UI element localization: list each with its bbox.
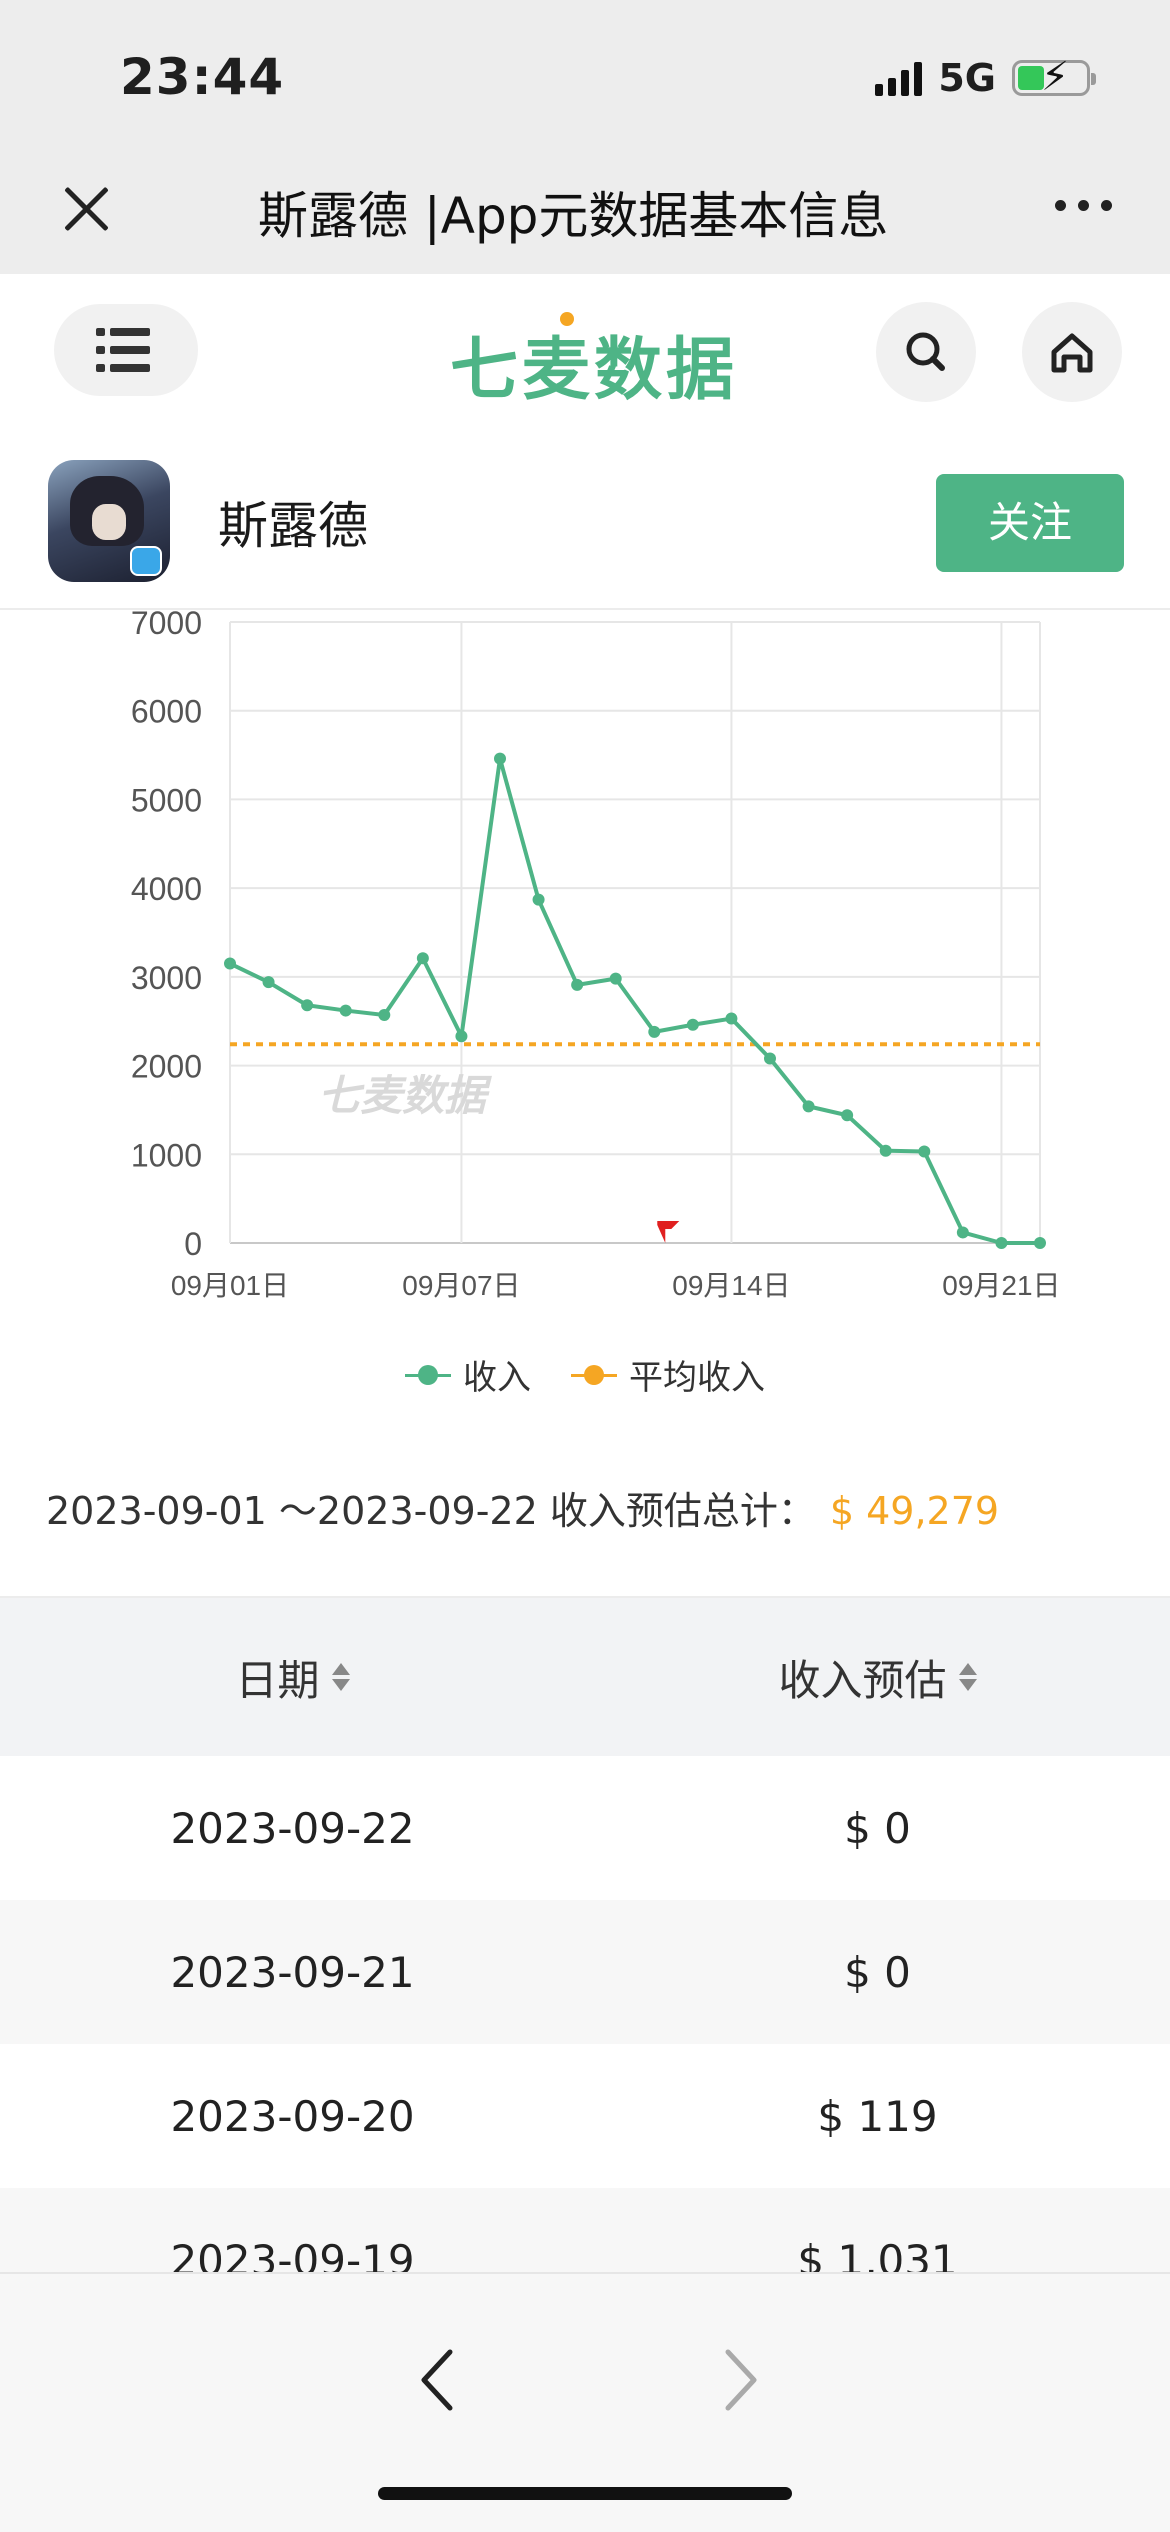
revenue-line <box>229 756 1040 1245</box>
revenue-point <box>571 978 584 991</box>
y-tick-label: 6000 <box>131 694 202 730</box>
revenue-point <box>416 952 429 965</box>
revenue-point <box>956 1226 969 1239</box>
chart-watermark: 七麦数据 <box>318 1071 492 1120</box>
revenue-point <box>764 1052 776 1065</box>
y-tick-label: 3000 <box>131 960 202 996</box>
follow-button[interactable]: 关注 <box>936 474 1124 572</box>
chart-legend: 收入 平均收入 <box>0 1350 1170 1399</box>
revenue-summary: 2023-09-01 ～2023-09-22 收入预估总计： $ 49,279 <box>46 1480 999 1535</box>
y-tick-label: 4000 <box>131 871 202 907</box>
cell-revenue: $ 0 <box>844 1803 911 1853</box>
close-icon[interactable] <box>56 178 116 238</box>
y-tick-label: 0 <box>184 1226 202 1262</box>
legend-item-average[interactable]: 平均收入 <box>571 1350 765 1399</box>
revenue-point <box>802 1100 815 1113</box>
table-body: 2023-09-22 $ 0 2023-09-21 $ 0 2023-09-20… <box>0 1756 1170 2332</box>
app-row: 斯露德 关注 <box>0 434 1170 610</box>
revenue-point <box>262 976 275 989</box>
table-row: 2023-09-20 $ 119 <box>0 2044 1170 2188</box>
flag-icon <box>657 1221 680 1243</box>
revenue-point <box>648 1025 661 1038</box>
revenue-point <box>725 1012 738 1025</box>
app-name: 斯露德 <box>218 497 368 555</box>
sort-icon[interactable] <box>331 1663 350 1691</box>
legend-label-revenue: 收入 <box>463 1358 531 1398</box>
summary-total: $ 49,279 <box>829 1489 1000 1533</box>
y-tick-label: 7000 <box>131 610 202 641</box>
y-tick-label: 5000 <box>131 782 202 818</box>
sort-icon[interactable] <box>958 1663 977 1691</box>
list-icon <box>96 328 105 336</box>
table-row: 2023-09-21 $ 0 <box>0 1900 1170 2044</box>
x-tick-label: 09月01日 <box>171 1270 289 1301</box>
revenue-point <box>378 1009 391 1022</box>
bilibili-badge-icon <box>130 546 162 576</box>
revenue-chart: 0 1000 2000 3000 4000 5000 6000 7000 09月01日 09月07… <box>0 610 1170 1430</box>
legend-label-average: 平均收入 <box>629 1358 765 1398</box>
column-header-revenue-label: 收入预估 <box>778 1655 947 1705</box>
search-icon <box>906 332 945 371</box>
status-time: 23:44 <box>120 48 285 106</box>
revenue-point <box>609 972 622 985</box>
table-row: 2023-09-22 $ 0 <box>0 1756 1170 1900</box>
cell-date: 2023-09-20 <box>170 2091 415 2141</box>
cell-revenue: $ 0 <box>844 1947 911 1997</box>
revenue-point <box>455 1030 468 1043</box>
battery-icon: ⚡ <box>1012 57 1096 97</box>
column-header-revenue[interactable]: 收入预估 <box>585 1598 1170 1756</box>
network-type: 5G <box>938 56 996 100</box>
table-header: 日期 收入预估 <box>0 1596 1170 1756</box>
revenue-point <box>339 1004 352 1017</box>
chart-svg: 0 1000 2000 3000 4000 5000 6000 7000 09月01日 09月07… <box>131 610 1061 1301</box>
page-title: 斯露德 |App元数据基本信息 <box>258 187 889 245</box>
logo-spark <box>560 312 574 326</box>
search-button[interactable] <box>876 302 976 402</box>
revenue-point <box>224 957 236 970</box>
cell-revenue: $ 119 <box>817 2091 938 2141</box>
revenue-point <box>494 752 506 765</box>
cell-date: 2023-09-21 <box>170 1947 415 1997</box>
revenue-point <box>995 1237 1008 1249</box>
revenue-point <box>301 999 314 1012</box>
revenue-point <box>686 1018 699 1031</box>
y-tick-label: 2000 <box>131 1049 202 1085</box>
column-header-date-label: 日期 <box>235 1655 320 1705</box>
revenue-point <box>879 1144 892 1157</box>
revenue-point <box>532 893 545 906</box>
x-tick-label: 09月07日 <box>402 1270 520 1301</box>
revenue-point <box>1034 1237 1046 1249</box>
home-button[interactable] <box>1022 302 1122 402</box>
app-icon[interactable] <box>48 460 170 582</box>
forward-arrow-icon[interactable] <box>710 2340 770 2420</box>
column-header-date[interactable]: 日期 <box>0 1598 585 1756</box>
site-logo[interactable]: 七麦数据 <box>450 312 739 413</box>
signal-icon <box>875 60 923 96</box>
revenue-table: 日期 收入预估 2023-09-22 $ 0 2023-09-21 $ 0 20… <box>0 1596 1170 2332</box>
menu-button[interactable] <box>54 304 198 396</box>
x-tick-label: 09月21日 <box>942 1270 1060 1301</box>
revenue-point <box>841 1109 854 1122</box>
x-tick-label: 09月14日 <box>672 1270 790 1301</box>
home-icon <box>1051 333 1093 373</box>
cell-date: 2023-09-22 <box>170 1803 415 1853</box>
revenue-point <box>918 1145 931 1158</box>
site-header: 七麦数据 <box>0 274 1170 434</box>
legend-item-revenue[interactable]: 收入 <box>405 1350 531 1399</box>
top-area: 23:44 5G ⚡ 斯露德 |App元数据基本信息 <box>0 0 1170 274</box>
summary-text: 2023-09-01 ～2023-09-22 收入预估总计： <box>46 1489 816 1533</box>
more-icon[interactable] <box>1055 200 1112 211</box>
status-indicators: 5G ⚡ <box>875 56 1096 100</box>
logo-text: 七麦数据 <box>450 331 739 410</box>
home-indicator <box>378 2487 792 2500</box>
back-arrow-icon[interactable] <box>408 2340 468 2420</box>
y-tick-label: 1000 <box>131 1137 202 1173</box>
